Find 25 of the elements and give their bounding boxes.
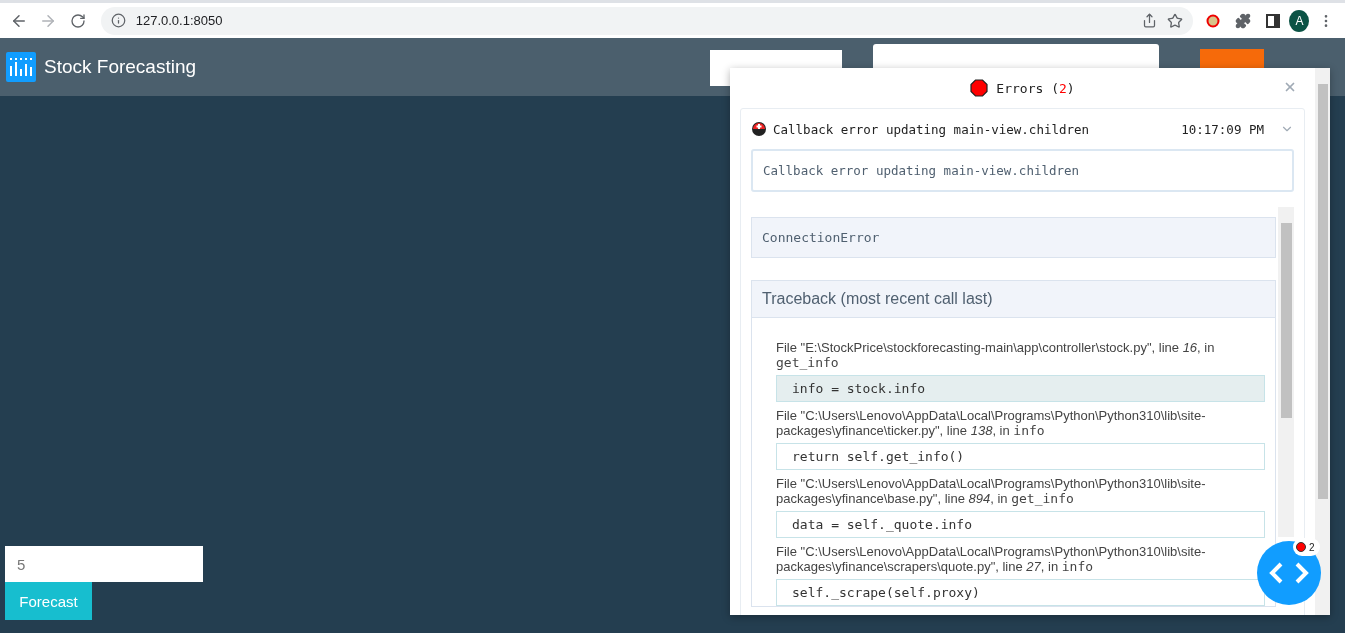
error-detail: Callback error updating main-view.children [751,149,1294,192]
share-icon[interactable] [1141,13,1157,28]
errors-title: Errors (2) [996,80,1075,96]
error-message: Callback error updating main-view.children [773,121,1090,137]
scrollbar[interactable] [1278,207,1294,537]
traceback-title: Traceback (most recent call last) [752,281,1275,318]
frame-location: File "C:\Users\Lenovo\AppData\Local\Programs\Python\Python310\lib\site-packages\yfinance\ticker.py", line 138, in info [776,408,1207,438]
error-icon [751,121,767,137]
app-title: Stock Forecasting [44,56,197,78]
star-icon[interactable] [1166,12,1183,29]
frame-location: File "C:\Users\Lenovo\AppData\Local\Programs\Python\Python310\lib\site-packages\yfinance\base.py", line 894, in get_info [776,476,1207,506]
days-field[interactable]: 5 [5,546,203,582]
scrollbar[interactable] [1315,68,1330,615]
address-bar[interactable]: 127.0.0.1:8050 [100,6,1193,35]
code-icon [1269,561,1309,585]
frame-location: File "E:\StockPrice\stockforecasting-main\app\controller\stock.py", line 16, in get_info [776,340,1216,370]
profile-avatar[interactable]: A [1289,9,1310,32]
error-time: 10:17:09 PM [1181,121,1264,137]
close-icon[interactable] [1283,80,1297,94]
stop-icon [970,79,989,97]
exception-name: ConnectionError [751,217,1276,258]
info-icon [110,13,126,28]
error-count-badge: 2 [1293,538,1320,556]
chart-logo-icon [6,52,36,82]
frame-location: File "C:\Users\Lenovo\AppData\Local\Programs\Python\Python310\lib\site-packages\yfinance\scrapers\quote.py", line 27, in info [776,544,1207,574]
